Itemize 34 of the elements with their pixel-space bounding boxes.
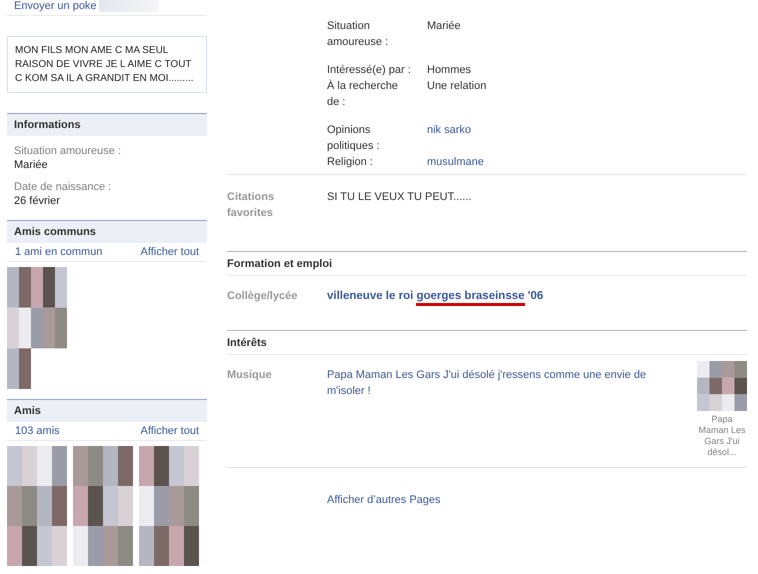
profile-quote: MON FILS MON AME C MA SEUL RAISON DE VIVRE JE L AIME C TOUT C KOM SA IL A GRANDIT EN MOI.........: [7, 36, 207, 93]
poke-link[interactable]: Envoyer un poke: [14, 0, 97, 12]
school-link[interactable]: villeneuve le roi goerges braseinsse '06: [327, 288, 544, 304]
blurred-area: [98, 0, 159, 12]
field-value: Mariée: [427, 19, 461, 34]
section-header: Amis: [7, 399, 207, 422]
field-label: Situation amoureuse :: [327, 19, 390, 50]
field-label: Opinions politiques :: [327, 123, 381, 154]
see-all-link[interactable]: Afficher tout: [140, 425, 199, 438]
more-pages-link[interactable]: Afficher d’autres Pages: [327, 492, 441, 508]
field-label: Collège/lycée: [227, 289, 298, 304]
field-label: Citations favorites: [227, 190, 276, 221]
friends-count-link[interactable]: 103 amis: [15, 425, 60, 438]
section-header: Amis communs: [7, 220, 207, 243]
field-label: Religion :: [327, 155, 374, 170]
field-label: À la recherche de :: [327, 78, 399, 110]
field-value-link[interactable]: musulmane: [427, 154, 484, 170]
field-value: Hommes: [427, 63, 472, 78]
see-all-link[interactable]: Afficher tout: [140, 246, 199, 259]
music-page-link[interactable]: Papa Maman Les Gars J'ui désolé j'ressens comme une envie de m'isoler !: [327, 367, 647, 458]
field-value: 26 février: [13, 194, 61, 208]
thumbnail-caption: Papa Maman Les Gars J'ui désol...: [697, 414, 747, 458]
field-value-link[interactable]: nik sarko: [427, 122, 472, 154]
quote-text: SI TU LE VEUX TU PEUT......: [327, 190, 472, 205]
section-header: Intérêts: [227, 330, 747, 355]
section-header: Informations: [7, 113, 207, 136]
mutual-friends-link[interactable]: 1 ami en commun: [15, 246, 102, 259]
section-header: Formation et emploi: [227, 251, 747, 276]
field-label: Situation amoureuse :: [13, 144, 122, 158]
field-label: Date de naissance :: [13, 180, 112, 194]
field-value: Une relation: [427, 79, 486, 94]
field-value: Mariée: [13, 158, 49, 172]
field-label: Intéressé(e) par :: [327, 63, 411, 78]
field-label: Musique: [227, 368, 273, 383]
